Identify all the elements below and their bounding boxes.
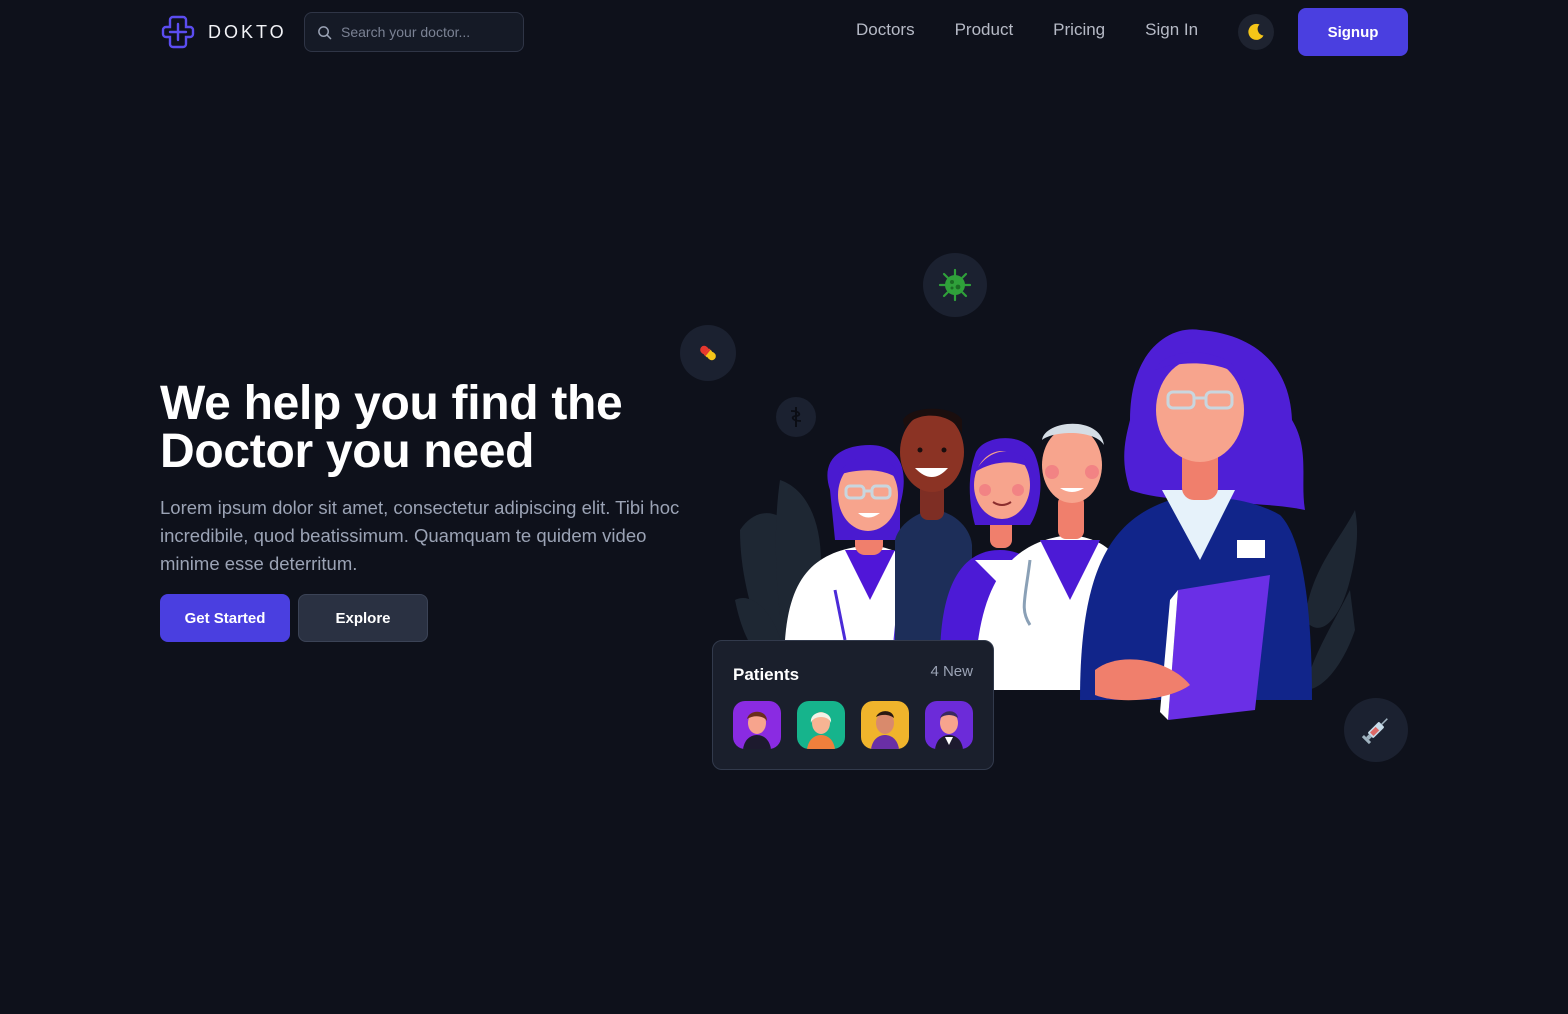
avatar-face-icon bbox=[807, 712, 835, 749]
hero-title: We help you find the Doctor you need bbox=[160, 380, 680, 476]
hero-title-line-2: Doctor you need bbox=[160, 425, 535, 478]
patients-card[interactable]: Patients 4 New bbox=[712, 640, 994, 770]
patients-title: Patients bbox=[733, 665, 800, 684]
patients-avatars bbox=[733, 701, 973, 749]
avatar[interactable] bbox=[733, 701, 781, 749]
nav-links: Doctors Product Pricing Sign In bbox=[856, 20, 1198, 40]
search-box[interactable] bbox=[304, 12, 524, 52]
cross-logo-icon bbox=[161, 15, 195, 49]
pill-bubble bbox=[680, 325, 736, 381]
nav-link-product[interactable]: Product bbox=[955, 20, 1014, 40]
syringe-bubble bbox=[1344, 698, 1408, 762]
caduceus-icon bbox=[790, 407, 802, 427]
avatar-face-icon bbox=[935, 711, 963, 749]
brand-logo[interactable]: DOKTO bbox=[160, 14, 287, 50]
avatar[interactable] bbox=[925, 701, 973, 749]
signup-button[interactable]: Signup bbox=[1298, 8, 1408, 56]
avatar[interactable] bbox=[797, 701, 845, 749]
virus-bubble bbox=[923, 253, 987, 317]
hero-title-line-1: We help you find the bbox=[160, 377, 623, 430]
theme-toggle-button[interactable] bbox=[1238, 14, 1274, 50]
hero-description: Lorem ipsum dolor sit amet, consectetur … bbox=[160, 497, 680, 574]
moon-icon bbox=[1248, 23, 1264, 40]
explore-button[interactable]: Explore bbox=[298, 594, 428, 642]
avatar-face-icon bbox=[871, 711, 899, 749]
nav-link-pricing[interactable]: Pricing bbox=[1053, 20, 1105, 40]
pill-icon bbox=[700, 345, 716, 361]
patients-new-badge: 4 New bbox=[930, 663, 973, 680]
search-input[interactable] bbox=[341, 24, 511, 40]
caduceus-bubble bbox=[776, 397, 816, 437]
virus-icon bbox=[938, 268, 972, 302]
syringe-icon bbox=[1361, 718, 1388, 745]
nav-link-sign-in[interactable]: Sign In bbox=[1145, 20, 1198, 40]
top-nav: DOKTO Doctors Product Pricing Sign In Si… bbox=[0, 0, 1568, 64]
search-icon bbox=[318, 25, 332, 39]
nav-link-doctors[interactable]: Doctors bbox=[856, 20, 915, 40]
avatar-face-icon bbox=[743, 711, 771, 749]
get-started-button[interactable]: Get Started bbox=[160, 594, 290, 642]
brand-name: DOKTO bbox=[208, 21, 287, 42]
avatar[interactable] bbox=[861, 701, 909, 749]
